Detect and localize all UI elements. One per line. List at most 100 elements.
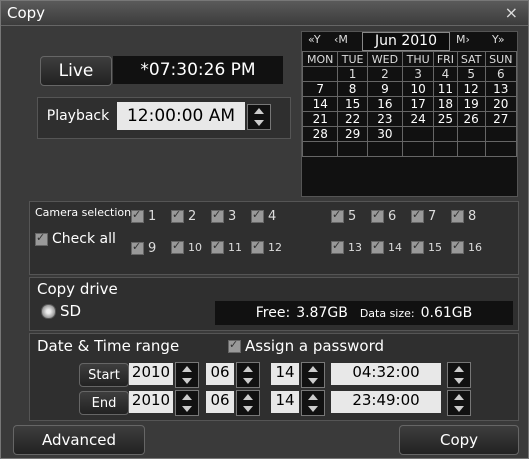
calendar-day[interactable]: 17: [402, 96, 435, 112]
next-month-button[interactable]: M›: [456, 33, 470, 46]
camera-checkbox-1[interactable]: 1: [131, 208, 156, 224]
start-day-stepper[interactable]: [301, 362, 325, 388]
camera-checkbox-2[interactable]: 2: [171, 208, 196, 224]
camera-checkbox-10[interactable]: 10: [171, 239, 202, 254]
camera-checkbox-6[interactable]: 6: [371, 208, 396, 224]
calendar-day[interactable]: 2: [366, 66, 404, 82]
playback-time-field[interactable]: 12:00:00 AM: [117, 102, 245, 130]
calendar-day[interactable]: 8: [337, 81, 368, 97]
camera-checkbox-12[interactable]: 12: [251, 239, 282, 254]
calendar-day[interactable]: 14: [301, 96, 339, 112]
calendar-day[interactable]: 29: [337, 126, 368, 142]
end-time-field[interactable]: 23:49:00: [331, 391, 441, 413]
calendar-day[interactable]: 11: [433, 81, 458, 97]
calendar-day[interactable]: 19: [456, 96, 486, 112]
calendar-grid: MON TUE WED THU FRI SAT SUN 1 2 3 4 5 6 …: [301, 51, 518, 157]
calendar-day[interactable]: 20: [484, 96, 518, 112]
calendar-day[interactable]: [433, 141, 458, 157]
copy-button[interactable]: Copy: [399, 425, 519, 455]
calendar-day[interactable]: 22: [337, 111, 368, 127]
weekday-header: SAT: [456, 51, 486, 67]
start-year-field[interactable]: 2010: [129, 363, 173, 385]
calendar-day[interactable]: 4: [433, 66, 458, 82]
calendar-day[interactable]: [456, 141, 486, 157]
checkbox-icon: [211, 208, 224, 223]
end-year-stepper[interactable]: [175, 390, 199, 416]
start-time-field[interactable]: 04:32:00: [331, 363, 441, 385]
start-year-stepper[interactable]: [175, 362, 199, 388]
camera-checkbox-7[interactable]: 7: [411, 208, 437, 224]
calendar-day[interactable]: 30: [366, 126, 404, 142]
camera-number: 11: [228, 241, 242, 254]
calendar-day[interactable]: 27: [484, 111, 518, 127]
playback-time-stepper[interactable]: [247, 104, 271, 130]
camera-checkbox-13[interactable]: 13: [331, 239, 362, 254]
camera-checkbox-8[interactable]: 8: [451, 208, 476, 224]
camera-grid: 1 2 3 4 5 6 7 8 9 10 11 12 13 14 15 16: [131, 208, 511, 269]
start-month-stepper[interactable]: [236, 362, 260, 388]
calendar-day[interactable]: [402, 126, 435, 142]
calendar-day[interactable]: 18: [433, 96, 458, 112]
end-year-field[interactable]: 2010: [129, 391, 173, 413]
sd-radio[interactable]: SD: [41, 302, 81, 320]
camera-number: 13: [348, 241, 362, 254]
calendar-day[interactable]: 28: [301, 126, 339, 142]
calendar-day[interactable]: 24: [402, 111, 435, 127]
start-day-field[interactable]: 14: [271, 363, 299, 385]
prev-year-button[interactable]: «Y: [308, 33, 321, 46]
checkbox-icon: [131, 240, 144, 255]
check-all-checkbox[interactable]: Check all: [35, 231, 116, 247]
calendar-day[interactable]: [301, 66, 339, 82]
camera-checkbox-4[interactable]: 4: [251, 208, 276, 224]
camera-checkbox-9[interactable]: 9: [131, 240, 156, 256]
calendar-day[interactable]: 10: [402, 81, 435, 97]
assign-password-checkbox[interactable]: Assign a password: [228, 337, 384, 355]
calendar-day[interactable]: 6: [484, 66, 518, 82]
calendar-day[interactable]: 3: [402, 66, 435, 82]
calendar-week: 14 15 16 17 18 19 20: [301, 96, 518, 112]
advanced-button[interactable]: Advanced: [13, 425, 145, 455]
calendar-day[interactable]: 13: [484, 81, 518, 97]
start-time-stepper[interactable]: [447, 362, 471, 388]
calendar-day[interactable]: 9: [366, 81, 404, 97]
playback-button[interactable]: Playback: [41, 102, 115, 130]
calendar-day[interactable]: 16: [366, 96, 404, 112]
prev-month-button[interactable]: ‹M: [334, 33, 348, 46]
camera-checkbox-5[interactable]: 5: [331, 208, 356, 224]
radio-icon: [41, 303, 56, 319]
camera-checkbox-14[interactable]: 14: [371, 239, 402, 254]
calendar-day[interactable]: [456, 126, 486, 142]
end-label-button[interactable]: End: [79, 391, 129, 415]
camera-number: 7: [428, 209, 437, 224]
calendar-day[interactable]: [337, 141, 368, 157]
live-button[interactable]: Live: [40, 56, 112, 86]
calendar-day[interactable]: [433, 126, 458, 142]
next-year-button[interactable]: Y»: [492, 33, 505, 46]
end-month-field[interactable]: 06: [206, 391, 234, 413]
calendar-day[interactable]: 12: [456, 81, 486, 97]
calendar-day[interactable]: [484, 126, 518, 142]
calendar-day[interactable]: [301, 141, 339, 157]
calendar-day[interactable]: [366, 141, 404, 157]
calendar-day[interactable]: 7: [301, 81, 339, 97]
camera-checkbox-15[interactable]: 15: [411, 239, 442, 254]
calendar-day[interactable]: 21: [301, 111, 339, 127]
calendar-day[interactable]: 15: [337, 96, 368, 112]
calendar-day[interactable]: [402, 141, 435, 157]
calendar-day[interactable]: 1: [337, 66, 368, 82]
calendar-day[interactable]: 23: [366, 111, 404, 127]
camera-checkbox-16[interactable]: 16: [451, 239, 482, 254]
end-time-stepper[interactable]: [447, 390, 471, 416]
start-month-field[interactable]: 06: [206, 363, 234, 385]
end-month-stepper[interactable]: [236, 390, 260, 416]
calendar-day[interactable]: 5: [456, 66, 486, 82]
calendar-day[interactable]: 25: [433, 111, 458, 127]
camera-checkbox-3[interactable]: 3: [211, 208, 236, 224]
start-label-button[interactable]: Start: [79, 363, 129, 387]
end-day-field[interactable]: 14: [271, 391, 299, 413]
camera-checkbox-11[interactable]: 11: [211, 239, 242, 254]
calendar-day[interactable]: 26: [456, 111, 486, 127]
end-day-stepper[interactable]: [301, 390, 325, 416]
calendar-day[interactable]: [484, 141, 518, 157]
close-icon[interactable]: ×: [505, 3, 518, 22]
